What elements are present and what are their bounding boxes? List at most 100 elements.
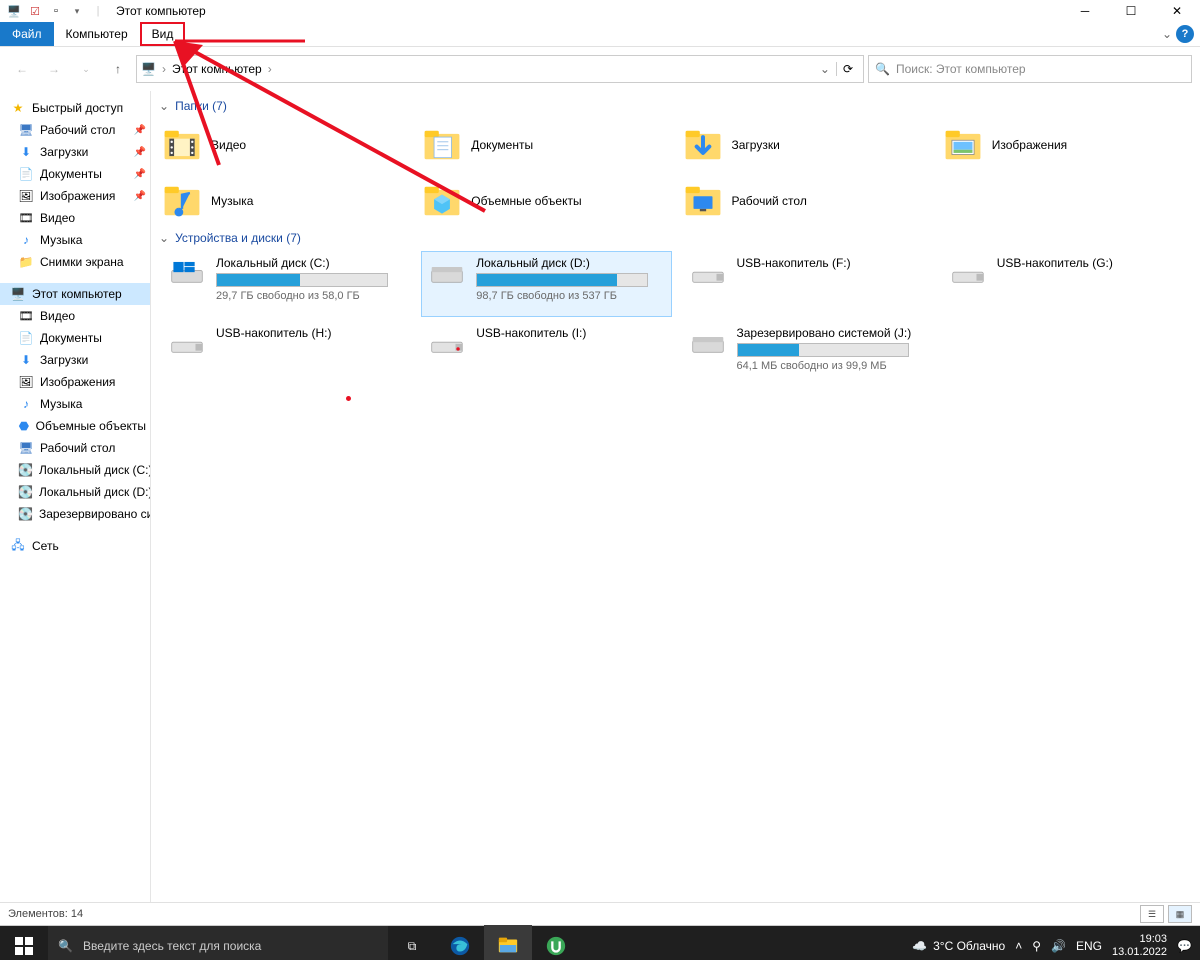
start-button[interactable] (0, 926, 48, 960)
drive-f[interactable]: USB-накопитель (F:) (682, 251, 932, 317)
sidebar-drive-c[interactable]: 💽Локальный диск (C:) (0, 459, 150, 481)
view-details-button[interactable]: ☰ (1140, 905, 1164, 923)
search-input[interactable]: 🔍 Поиск: Этот компьютер (868, 55, 1192, 83)
desktop-icon: 🖥 (18, 122, 34, 138)
tab-computer[interactable]: Компьютер (54, 22, 140, 46)
drive-sublabel: 64,1 МБ свободно из 99,9 МБ (737, 360, 925, 372)
nav-forward-button[interactable]: → (40, 55, 68, 83)
sidebar-this-pc[interactable]: 🖥️Этот компьютер (0, 283, 150, 305)
weather-label: 3°C Облачно (933, 939, 1005, 953)
task-view-button[interactable]: ⧉ (388, 926, 436, 960)
clock-date: 13.01.2022 (1112, 946, 1167, 959)
group-folders-header[interactable]: ⌄Папки (7) (155, 95, 1192, 119)
sidebar-screenshots[interactable]: 📁Снимки экрана (0, 251, 150, 273)
folder-downloads[interactable]: Загрузки (682, 119, 932, 171)
drive-label: USB-накопитель (F:) (737, 256, 925, 270)
folder-documents[interactable]: Документы (421, 119, 671, 171)
sidebar-videos[interactable]: 🎞Видео (0, 207, 150, 229)
nav-recent-icon[interactable]: ⌄ (72, 55, 100, 83)
star-icon: ★ (10, 100, 26, 116)
tray-notifications-icon[interactable]: 💬 (1177, 939, 1192, 953)
sidebar-documents[interactable]: 📄Документы📌 (0, 163, 150, 185)
sidebar-label: Документы (40, 331, 102, 345)
downloads-folder-icon (684, 126, 722, 164)
minimize-button[interactable]: ─ (1062, 0, 1108, 22)
taskbar-edge-icon[interactable] (436, 926, 484, 960)
nav-row: ← → ⌄ ↑ 🖥️ › Этот компьютер › ⌄ ⟳ 🔍 Поис… (0, 47, 1200, 91)
sidebar-pc-documents[interactable]: 📄Документы (0, 327, 150, 349)
sidebar-network[interactable]: 🖧Сеть (0, 535, 150, 557)
status-count: Элементов: 14 (8, 908, 83, 920)
sidebar-pictures[interactable]: 🖼Изображения📌 (0, 185, 150, 207)
breadcrumb-root[interactable]: Этот компьютер (172, 62, 262, 76)
taskbar-weather[interactable]: ☁️3°C Облачно (912, 939, 1005, 953)
drive-label: Локальный диск (C:) (216, 256, 404, 270)
maximize-button[interactable]: ☐ (1108, 0, 1154, 22)
address-dropdown-icon[interactable]: ⌄ (820, 62, 830, 76)
breadcrumb-sep-icon: › (162, 62, 166, 76)
drive-h[interactable]: USB-накопитель (H:) (161, 321, 411, 387)
folder-label: Рабочий стол (732, 194, 807, 208)
drive-icon: 💽 (18, 484, 33, 500)
sidebar-quick-access[interactable]: ★ Быстрый доступ (0, 97, 150, 119)
qat-properties-icon[interactable]: ☑ (25, 2, 45, 20)
documents-icon: 📄 (18, 166, 34, 182)
nav-back-button[interactable]: ← (8, 55, 36, 83)
music-folder-icon (163, 182, 201, 220)
ribbon-collapse-icon[interactable]: ⌄ (1162, 27, 1172, 41)
taskbar-utorrent-icon[interactable] (532, 926, 580, 960)
sidebar-music[interactable]: ♪Музыка (0, 229, 150, 251)
nav-up-button[interactable]: ↑ (104, 55, 132, 83)
downloads-icon: ⬇ (18, 352, 34, 368)
folder-music[interactable]: Музыка (161, 175, 411, 227)
desktop-folder-icon (684, 182, 722, 220)
sidebar-pc-desktop[interactable]: 🖥Рабочий стол (0, 437, 150, 459)
tray-language[interactable]: ENG (1076, 939, 1102, 953)
folder-videos[interactable]: Видео (161, 119, 411, 171)
sidebar-pc-downloads[interactable]: ⬇Загрузки (0, 349, 150, 371)
tray-volume-icon[interactable]: 🔊 (1051, 939, 1066, 953)
sidebar-drive-d[interactable]: 💽Локальный диск (D:) (0, 481, 150, 503)
close-button[interactable]: ✕ (1154, 0, 1200, 22)
taskbar-search-input[interactable]: 🔍Введите здесь текст для поиска (48, 926, 388, 960)
sidebar-label: Изображения (40, 375, 115, 389)
sidebar-pc-videos[interactable]: 🎞Видео (0, 305, 150, 327)
qat-newfolder-icon[interactable]: ▫ (46, 2, 66, 20)
folder-pictures[interactable]: Изображения (942, 119, 1192, 171)
sidebar-downloads[interactable]: ⬇Загрузки📌 (0, 141, 150, 163)
tray-wifi-icon[interactable]: ⚲ (1032, 939, 1041, 953)
tray-chevron-icon[interactable]: ˄ (1015, 939, 1022, 953)
drive-d[interactable]: Локальный диск (D:)98,7 ГБ свободно из 5… (421, 251, 671, 317)
videos-icon: 🎞 (18, 308, 34, 324)
drive-i[interactable]: USB-накопитель (I:) (421, 321, 671, 387)
taskbar-explorer-icon[interactable] (484, 925, 532, 960)
folder-3dobjects[interactable]: Объемные объекты (421, 175, 671, 227)
folder-label: Видео (211, 138, 246, 152)
drive-j[interactable]: Зарезервировано системой (J:)64,1 МБ сво… (682, 321, 932, 387)
sidebar-drive-j[interactable]: 💽Зарезервировано системой (0, 503, 150, 525)
tab-view[interactable]: Вид (140, 22, 186, 46)
refresh-button[interactable]: ⟳ (836, 62, 859, 76)
sidebar-pc-3dobjects[interactable]: ⬣Объемные объекты (0, 415, 150, 437)
sidebar-label: Музыка (40, 397, 82, 411)
qat-dropdown-icon[interactable]: ▾ (67, 2, 87, 20)
sidebar-label: Быстрый доступ (32, 101, 123, 115)
folder-desktop[interactable]: Рабочий стол (682, 175, 932, 227)
sidebar-pc-music[interactable]: ♪Музыка (0, 393, 150, 415)
pin-icon: 📌 (134, 169, 146, 180)
drive-label: Локальный диск (D:) (476, 256, 664, 270)
view-tiles-button[interactable]: ▦ (1168, 905, 1192, 923)
sidebar-pc-pictures[interactable]: 🖼Изображения (0, 371, 150, 393)
sidebar-desktop[interactable]: 🖥Рабочий стол📌 (0, 119, 150, 141)
help-icon[interactable]: ? (1176, 25, 1194, 43)
sidebar-label: Загрузки (40, 145, 88, 159)
pictures-icon: 🖼 (18, 188, 34, 204)
folder-label: Объемные объекты (471, 194, 581, 208)
address-bar[interactable]: 🖥️ › Этот компьютер › ⌄ ⟳ (136, 55, 864, 83)
drive-g[interactable]: USB-накопитель (G:) (942, 251, 1192, 317)
tab-file[interactable]: Файл (0, 22, 54, 46)
desktop-icon: 🖥 (18, 440, 34, 456)
drive-c[interactable]: Локальный диск (C:)29,7 ГБ свободно из 5… (161, 251, 411, 317)
group-drives-header[interactable]: ⌄Устройства и диски (7) (155, 227, 1192, 251)
taskbar-clock[interactable]: 19:0313.01.2022 (1112, 933, 1167, 959)
